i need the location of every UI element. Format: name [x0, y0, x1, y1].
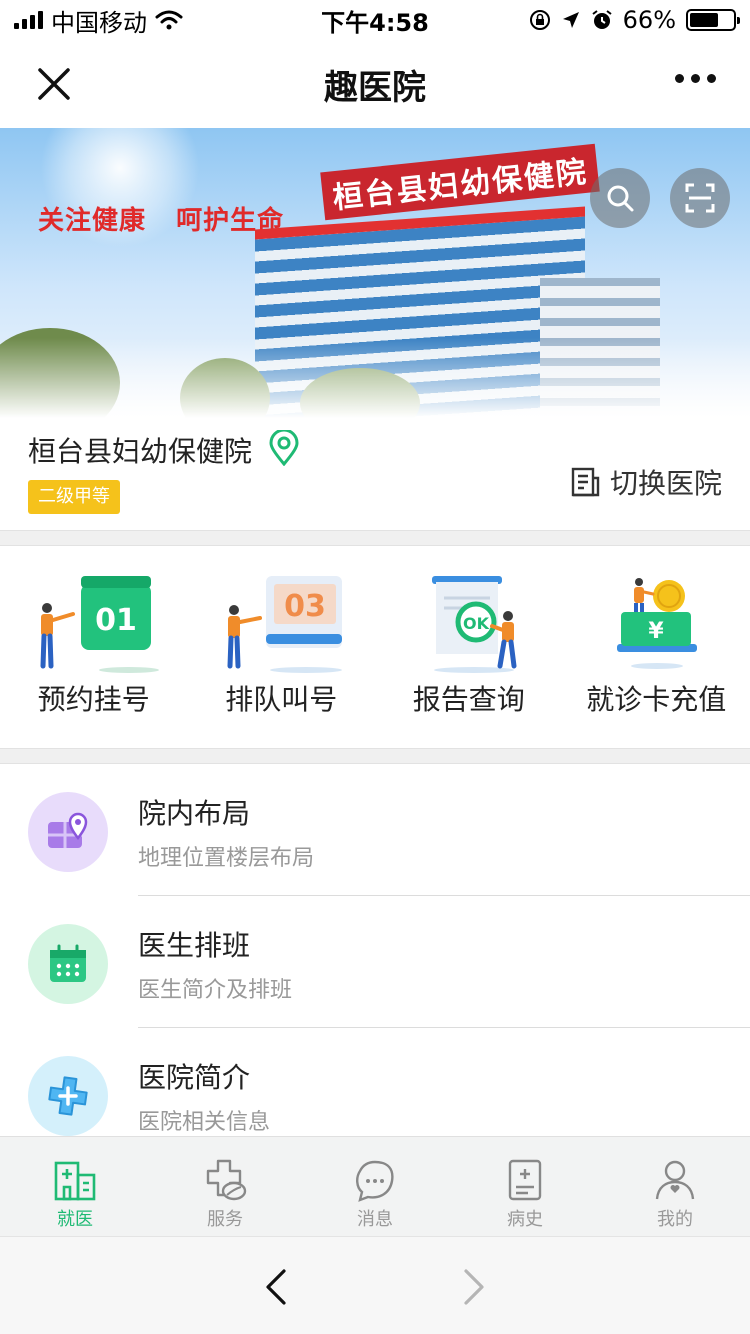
- browser-toolbar: [0, 1236, 750, 1334]
- list-item-doctor-schedule[interactable]: 医生排班 医生简介及排班: [0, 896, 750, 1028]
- medical-cross-icon: [48, 1076, 88, 1116]
- switch-hospital-button[interactable]: 切换医院: [570, 462, 722, 502]
- hospital-name: 桓台县妇幼保健院: [28, 435, 253, 468]
- appointment-illustration: 01: [40, 576, 159, 673]
- appointment-number: 01: [95, 603, 137, 638]
- grade-badge: 二级甲等: [28, 480, 120, 514]
- forward-arrow-icon[interactable]: [452, 1265, 492, 1309]
- switch-hospital-label: 切换医院: [609, 467, 722, 500]
- medical-record-icon: [508, 1159, 542, 1201]
- alarm-icon: [592, 10, 612, 29]
- status-bar: 中国移动 下午4:58 66%: [0, 0, 750, 40]
- service-icon: [206, 1159, 247, 1201]
- list-item-subtitle: 医院相关信息: [138, 1110, 271, 1135]
- calendar-icon: [50, 944, 86, 982]
- search-button[interactable]: [590, 168, 650, 228]
- nav-bar: 趣医院: [0, 40, 750, 128]
- tab-label: 就医: [57, 1209, 93, 1230]
- more-icon[interactable]: [675, 74, 716, 83]
- message-bubble-icon: [356, 1160, 394, 1202]
- tab-bar: 就医 服务 消息 病史 我的: [0, 1136, 750, 1236]
- tab-messages[interactable]: 消息: [300, 1137, 450, 1236]
- schedule-icon-circle: [28, 924, 108, 1004]
- scan-icon: [685, 183, 715, 213]
- carrier-name: 中国移动: [51, 8, 147, 37]
- recharge-illustration: ¥: [617, 578, 698, 669]
- report-query-button[interactable]: OK 报告查询: [375, 546, 563, 748]
- queue-number: 03: [284, 589, 326, 624]
- list-item-subtitle: 地理位置楼层布局: [138, 846, 315, 871]
- report-illustration: OK: [431, 576, 517, 673]
- switch-hospital-icon: [571, 467, 600, 497]
- hospital-building-icon: [54, 1161, 96, 1201]
- section-divider: [0, 530, 750, 546]
- queue-button[interactable]: 03 排队叫号: [188, 546, 376, 748]
- recharge-currency: ¥: [649, 619, 665, 644]
- tab-medical[interactable]: 就医: [0, 1137, 150, 1236]
- list-item-title: 医生排班: [138, 929, 251, 962]
- queue-label: 排队叫号: [225, 683, 338, 716]
- tab-label: 我的: [657, 1209, 693, 1230]
- battery-icon: [686, 9, 740, 31]
- hospital-banner: 关注健康 呵护生命 桓台县妇幼保健院: [0, 128, 750, 418]
- banner-slogan: 关注健康 呵护生命: [38, 206, 285, 236]
- tab-service[interactable]: 服务: [150, 1137, 300, 1236]
- queue-illustration: 03: [227, 576, 343, 673]
- battery-percent: 66%: [622, 6, 676, 34]
- card-recharge-label: 就诊卡充值: [586, 683, 727, 716]
- rotation-lock-icon: [529, 10, 550, 30]
- map-pin-icon: [48, 812, 88, 848]
- list-item-title: 院内布局: [138, 797, 251, 830]
- card-recharge-button[interactable]: ¥ 就诊卡充值: [563, 546, 750, 748]
- location-arrow-icon: [562, 12, 579, 28]
- intro-icon-circle: [28, 1056, 108, 1136]
- tab-label: 消息: [357, 1209, 393, 1230]
- section-divider: [0, 748, 750, 764]
- tab-label: 服务: [207, 1209, 243, 1230]
- layout-icon-circle: [28, 792, 108, 872]
- service-list: 院内布局 地理位置楼层布局 医生排班 医生简介及排班 医院简介 医院相关信息: [0, 764, 750, 1160]
- wifi-icon: [155, 10, 183, 30]
- scan-button[interactable]: [670, 168, 730, 228]
- list-item-subtitle: 医生简介及排班: [138, 978, 293, 1003]
- close-icon[interactable]: [32, 62, 76, 106]
- user-icon: [655, 1160, 695, 1200]
- search-icon: [607, 185, 634, 212]
- location-pin-icon[interactable]: [268, 430, 300, 466]
- report-badge: OK: [463, 614, 490, 633]
- signal-icon: [14, 11, 43, 29]
- list-item-hospital-layout[interactable]: 院内布局 地理位置楼层布局: [0, 764, 750, 896]
- list-item-title: 医院简介: [138, 1061, 251, 1094]
- tab-history[interactable]: 病史: [450, 1137, 600, 1236]
- appointment-label: 预约挂号: [37, 683, 150, 716]
- hospital-info: 桓台县妇幼保健院 二级甲等 切换医院: [0, 418, 750, 530]
- appointment-button[interactable]: 01 预约挂号: [0, 546, 188, 748]
- page-title: 趣医院: [324, 67, 426, 108]
- report-query-label: 报告查询: [412, 683, 525, 716]
- tab-mine[interactable]: 我的: [600, 1137, 750, 1236]
- quick-actions: 01 预约挂号 03 排队叫号 OK 报告查询 ¥ 就诊卡充值: [0, 546, 750, 748]
- tab-label: 病史: [507, 1209, 543, 1230]
- back-arrow-icon[interactable]: [258, 1265, 298, 1309]
